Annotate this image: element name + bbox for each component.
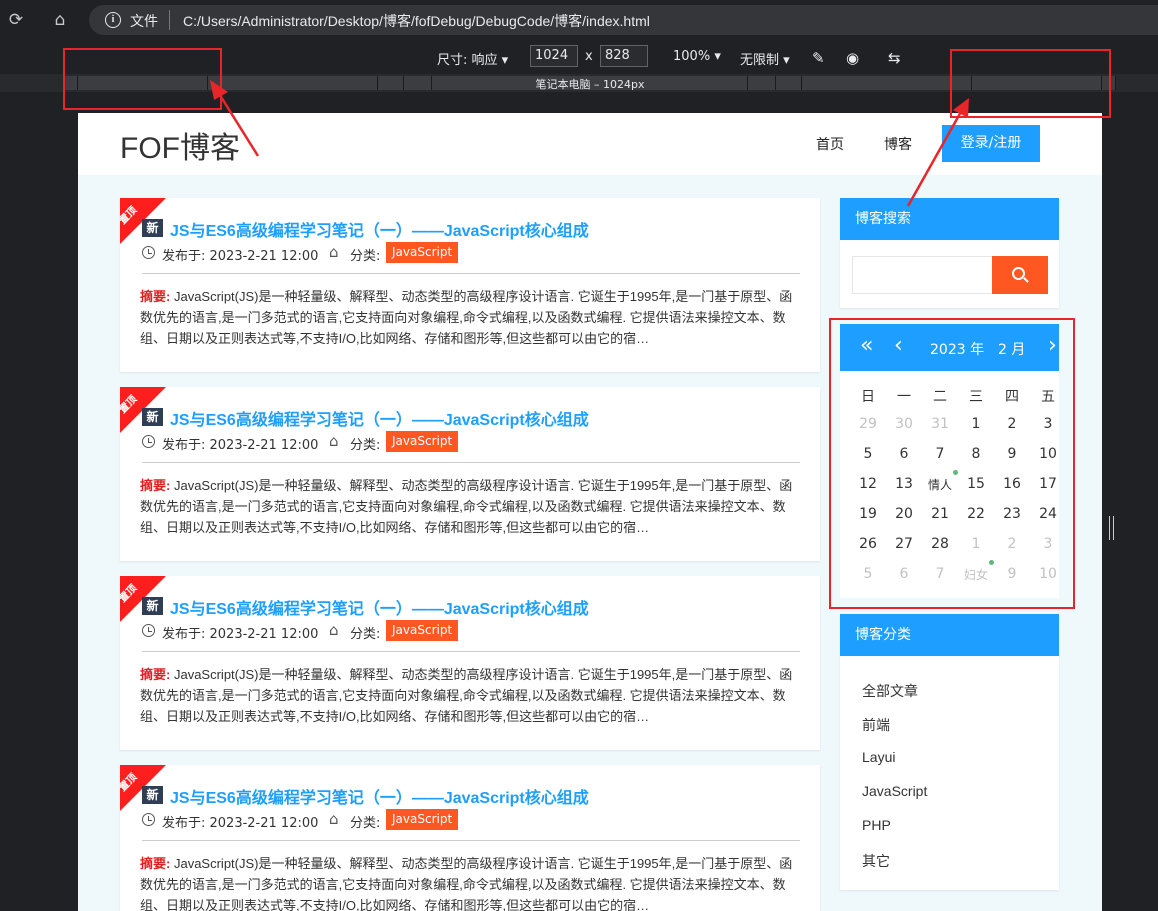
annotation-arrows [210,80,969,207]
